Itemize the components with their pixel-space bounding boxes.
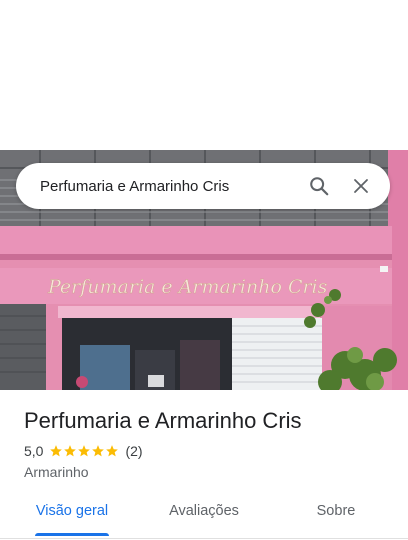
search-icon [310, 177, 329, 196]
search-bar[interactable]: Perfumaria e Armarinho Cris [16, 163, 390, 209]
star-icon [50, 445, 63, 457]
review-count[interactable]: (2) [125, 443, 142, 459]
place-tabs: Visão geral Avaliações Sobre [0, 490, 408, 539]
place-info-panel: Perfumaria e Armarinho Cris 5,0 (2) Arma… [0, 390, 408, 540]
search-input[interactable]: Perfumaria e Armarinho Cris [16, 178, 298, 195]
place-title: Perfumaria e Armarinho Cris [24, 408, 302, 433]
blank-area [0, 0, 408, 150]
rating-stars [49, 444, 119, 458]
search-button[interactable] [298, 163, 340, 209]
star-icon [106, 445, 119, 457]
close-icon [354, 179, 368, 193]
star-icon [78, 445, 91, 457]
rating-row[interactable]: 5,0 (2) [24, 443, 143, 459]
tab-about[interactable]: Sobre [306, 490, 366, 534]
storefront-sign-text: Perfumaria e Armarinho Cris [47, 276, 328, 298]
tab-overview[interactable]: Visão geral [30, 490, 114, 534]
star-icon [64, 445, 77, 457]
clear-search-button[interactable] [340, 163, 382, 209]
star-icon [92, 445, 105, 457]
place-category[interactable]: Armarinho [24, 464, 89, 480]
active-tab-indicator [35, 533, 109, 536]
rating-value: 5,0 [24, 443, 44, 459]
tab-reviews[interactable]: Avaliações [160, 490, 248, 534]
